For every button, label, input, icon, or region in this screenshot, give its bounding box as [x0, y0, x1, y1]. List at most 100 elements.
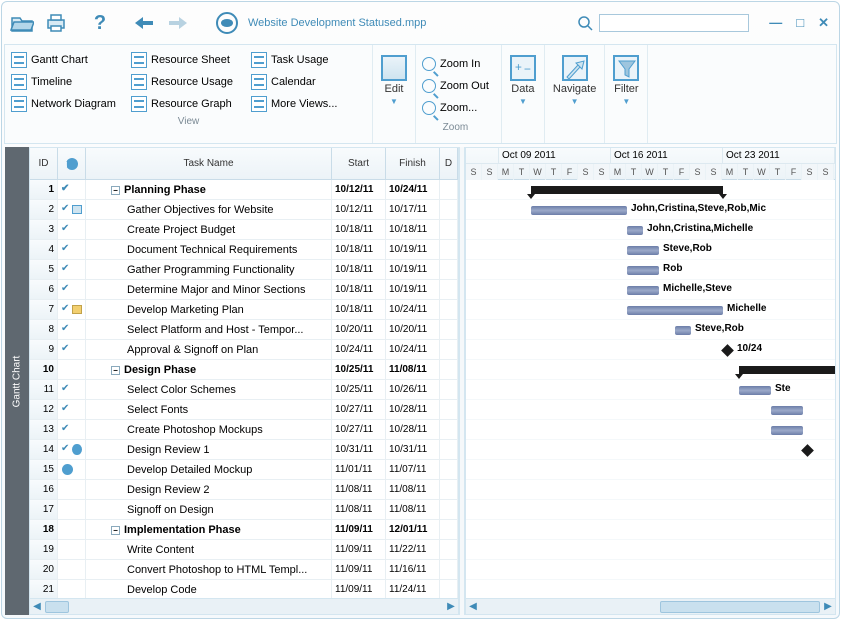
gantt-chart-view[interactable]: Gantt Chart — [11, 49, 131, 71]
milestone-diamond[interactable] — [721, 344, 734, 357]
gantt-row[interactable] — [466, 540, 835, 560]
task-bar[interactable] — [627, 266, 659, 275]
task-row[interactable]: 3Create Project Budget10/18/1110/18/11 — [30, 220, 458, 240]
grid-body[interactable]: 1−Planning Phase10/12/1110/24/112Gather … — [30, 180, 458, 598]
gantt-row[interactable] — [466, 580, 835, 598]
gantt-row[interactable] — [466, 460, 835, 480]
open-icon[interactable] — [8, 9, 36, 37]
task-row[interactable]: 13Create Photoshop Mockups10/27/1110/28/… — [30, 420, 458, 440]
task-bar[interactable] — [627, 286, 659, 295]
gantt-row[interactable]: John,Cristina,Steve,Rob,Mic — [466, 200, 835, 220]
milestone-diamond[interactable] — [801, 444, 814, 457]
task-row[interactable]: 9Approval & Signoff on Plan10/24/1110/24… — [30, 340, 458, 360]
col-id[interactable]: ID — [30, 148, 58, 179]
gantt-row[interactable] — [466, 420, 835, 440]
gantt-row[interactable] — [466, 400, 835, 420]
navigate-button[interactable]: Navigate ▼ — [545, 45, 605, 143]
week-label — [466, 148, 499, 163]
gantt-row[interactable] — [466, 500, 835, 520]
zoom-in[interactable]: Zoom In — [422, 53, 489, 75]
edit-button[interactable]: Edit ▼ — [373, 45, 416, 143]
col-info[interactable]: i — [58, 148, 86, 179]
gantt-row[interactable] — [466, 440, 835, 460]
gantt-row[interactable] — [466, 360, 835, 380]
col-start[interactable]: Start — [332, 148, 386, 179]
collapse-icon[interactable]: − — [111, 186, 120, 195]
forward-icon[interactable] — [164, 9, 192, 37]
gantt-row[interactable] — [466, 180, 835, 200]
more-views[interactable]: More Views... — [251, 93, 361, 115]
gantt-row[interactable]: Ste — [466, 380, 835, 400]
back-icon[interactable] — [130, 9, 158, 37]
task-row[interactable]: 5Gather Programming Functionality10/18/1… — [30, 260, 458, 280]
task-bar[interactable] — [627, 306, 723, 315]
resource-usage-view[interactable]: Resource Usage — [131, 71, 251, 93]
minimize-button[interactable]: — — [769, 15, 782, 31]
task-usage-view[interactable]: Task Usage — [251, 49, 361, 71]
col-task-name[interactable]: Task Name — [86, 148, 332, 179]
task-row[interactable]: 19Write Content11/09/1111/22/11 — [30, 540, 458, 560]
help-icon[interactable]: ? — [86, 9, 114, 37]
collapse-icon[interactable]: − — [111, 526, 120, 535]
chevron-down-icon: ▼ — [390, 97, 398, 106]
search-icon[interactable] — [577, 15, 593, 31]
close-button[interactable]: ✕ — [818, 15, 829, 31]
task-row[interactable]: 14Design Review 110/31/1110/31/11 — [30, 440, 458, 460]
task-row[interactable]: 11Select Color Schemes10/25/1110/26/11 — [30, 380, 458, 400]
gantt-row[interactable] — [466, 480, 835, 500]
gantt-row[interactable]: Rob — [466, 260, 835, 280]
zoom-out[interactable]: Zoom Out — [422, 75, 489, 97]
calendar-view[interactable]: Calendar — [251, 71, 361, 93]
summary-bar[interactable] — [531, 186, 723, 194]
maximize-button[interactable]: □ — [796, 15, 804, 31]
task-row[interactable]: 17Signoff on Design11/08/1111/08/11 — [30, 500, 458, 520]
check-icon — [61, 445, 71, 455]
resource-sheet-view[interactable]: Resource Sheet — [131, 49, 251, 71]
gantt-row[interactable]: Michelle,Steve — [466, 280, 835, 300]
task-bar[interactable] — [675, 326, 691, 335]
gantt-row[interactable]: 10/24 — [466, 340, 835, 360]
data-button[interactable]: +− Data ▼ — [502, 45, 545, 143]
search-input[interactable] — [599, 14, 749, 32]
gantt-row[interactable] — [466, 560, 835, 580]
task-row[interactable]: 8Select Platform and Host - Tempor...10/… — [30, 320, 458, 340]
task-row[interactable]: 12Select Fonts10/27/1110/28/11 — [30, 400, 458, 420]
task-bar[interactable] — [531, 206, 627, 215]
task-row[interactable]: 7Develop Marketing Plan10/18/1110/24/11 — [30, 300, 458, 320]
network-diagram-view[interactable]: Network Diagram — [11, 93, 131, 115]
task-row[interactable]: 10−Design Phase10/25/1111/08/11 — [30, 360, 458, 380]
gantt-row[interactable] — [466, 520, 835, 540]
col-finish[interactable]: Finish — [386, 148, 440, 179]
summary-bar[interactable] — [739, 366, 835, 374]
task-row[interactable]: 18−Implementation Phase11/09/1112/01/11 — [30, 520, 458, 540]
task-row[interactable]: 20Convert Photoshop to HTML Templ...11/0… — [30, 560, 458, 580]
task-row[interactable]: 1−Planning Phase10/12/1110/24/11 — [30, 180, 458, 200]
task-bar[interactable] — [627, 246, 659, 255]
task-bar[interactable] — [771, 406, 803, 415]
task-row[interactable]: 4Document Technical Requirements10/18/11… — [30, 240, 458, 260]
task-bar[interactable] — [739, 386, 771, 395]
timeline-view[interactable]: Timeline — [11, 71, 131, 93]
task-row[interactable]: 2Gather Objectives for Website10/12/1110… — [30, 200, 458, 220]
gantt-row[interactable]: John,Cristina,Michelle — [466, 220, 835, 240]
print-icon[interactable] — [42, 9, 70, 37]
resource-graph-view[interactable]: Resource Graph — [131, 93, 251, 115]
day-label: S — [466, 164, 482, 180]
filter-button[interactable]: Filter ▼ — [605, 45, 648, 143]
gantt-row[interactable]: Steve,Rob — [466, 320, 835, 340]
col-d[interactable]: D — [440, 148, 458, 179]
gantt-body[interactable]: John,Cristina,Steve,Rob,MicJohn,Cristina… — [466, 180, 835, 598]
gantt-row[interactable]: Michelle — [466, 300, 835, 320]
task-row[interactable]: 6Determine Major and Minor Sections10/18… — [30, 280, 458, 300]
check-icon — [61, 385, 73, 395]
task-bar[interactable] — [771, 426, 803, 435]
task-row[interactable]: 15Develop Detailed Mockup11/01/1111/07/1… — [30, 460, 458, 480]
zoom-dialog[interactable]: Zoom... — [422, 97, 489, 119]
gantt-row[interactable]: Steve,Rob — [466, 240, 835, 260]
task-row[interactable]: 16Design Review 211/08/1111/08/11 — [30, 480, 458, 500]
task-row[interactable]: 21Develop Code11/09/1111/24/11 — [30, 580, 458, 598]
collapse-icon[interactable]: − — [111, 366, 120, 375]
task-bar[interactable] — [627, 226, 643, 235]
gantt-hscroll[interactable]: ◀▶ — [466, 598, 835, 614]
grid-hscroll[interactable]: ◀▶ — [30, 598, 458, 614]
